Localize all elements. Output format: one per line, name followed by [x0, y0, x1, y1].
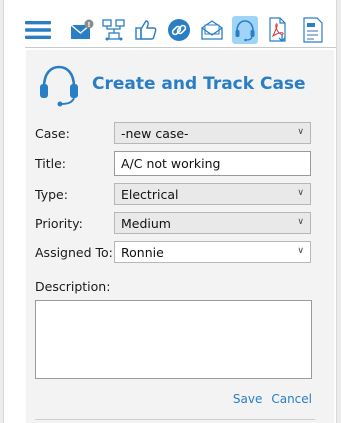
type-select[interactable]: Electrical ∨ — [114, 183, 311, 205]
case-panel: Create and Track Case Case: -new case- ∨… — [26, 50, 334, 423]
panel-header — [36, 64, 82, 108]
chevron-down-icon: ∨ — [297, 246, 304, 256]
mail-icon[interactable]: ! — [69, 16, 95, 44]
description-label: Description: — [35, 279, 111, 294]
assigned-to-row: Assigned To: Ronnie ∨ — [35, 241, 311, 263]
type-select-value: Electrical — [121, 187, 179, 202]
case-label: Case: — [35, 125, 70, 141]
save-link[interactable]: Save — [233, 392, 262, 406]
org-chart-icon[interactable] — [101, 16, 127, 44]
toolbar: ! — [25, 12, 336, 48]
priority-select-value: Medium — [121, 216, 171, 231]
assigned-to-select[interactable]: Ronnie ∨ — [114, 241, 311, 263]
chevron-down-icon: ∨ — [297, 127, 304, 137]
type-label: Type: — [35, 186, 68, 202]
priority-label: Priority: — [35, 215, 83, 231]
form-actions: Save Cancel — [233, 392, 312, 406]
headset-icon[interactable] — [232, 16, 258, 44]
link-icon[interactable] — [166, 16, 192, 44]
thumbs-up-icon[interactable] — [133, 16, 159, 44]
priority-row: Priority: Medium ∨ — [35, 212, 311, 234]
divider — [35, 419, 315, 420]
pdf-download-icon[interactable] — [265, 16, 291, 44]
chevron-down-icon: ∨ — [297, 188, 304, 198]
page-title: Create and Track Case — [92, 74, 306, 94]
headset-icon — [36, 61, 82, 111]
title-label: Title: — [35, 156, 66, 171]
type-row: Type: Electrical ∨ — [35, 183, 311, 205]
priority-select[interactable]: Medium ∨ — [114, 212, 311, 234]
title-input[interactable]: A/C not working — [114, 151, 311, 176]
case-select-value: -new case- — [121, 126, 189, 141]
description-textarea[interactable] — [35, 300, 312, 379]
cancel-link[interactable]: Cancel — [271, 392, 312, 406]
case-select[interactable]: -new case- ∨ — [114, 122, 311, 144]
open-envelope-icon[interactable] — [199, 16, 225, 44]
assigned-to-select-value: Ronnie — [121, 245, 164, 260]
menu-icon[interactable] — [25, 16, 51, 44]
title-row: Title: A/C not working — [35, 151, 311, 176]
assigned-to-label: Assigned To: — [35, 244, 113, 260]
svg-text:!: ! — [87, 21, 90, 29]
form-icon[interactable] — [300, 16, 326, 44]
app-frame: ! Create and Track Case Case: -new case-… — [3, 0, 337, 423]
chevron-down-icon: ∨ — [297, 217, 304, 227]
case-row: Case: -new case- ∨ — [35, 122, 311, 144]
